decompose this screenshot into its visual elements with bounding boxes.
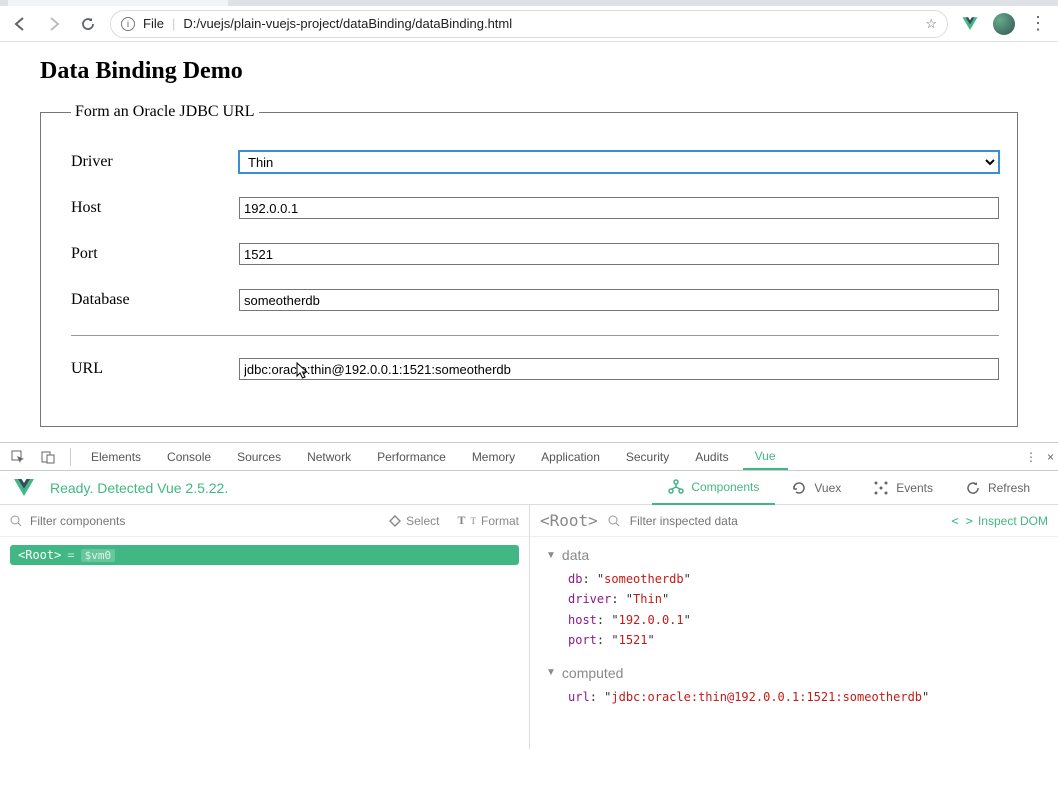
browser-tab-bar: Data Binding Demo × + [0,0,1058,6]
back-button[interactable] [8,12,32,36]
devtools-tab-performance[interactable]: Performance [365,443,458,470]
devtools-tab-vue[interactable]: Vue [743,443,788,470]
inspected-data-panel: <Root> < > Inspect DOM ▼ data db: "someo… [530,505,1058,749]
form-legend: Form an Oracle JDBC URL [71,103,259,121]
devtools-tab-security[interactable]: Security [614,443,681,470]
vue-status: Ready. Detected Vue 2.5.22. [50,480,228,496]
search-icon [608,515,620,527]
data-section-header[interactable]: ▼ data [546,547,1042,563]
jdbc-form: Form an Oracle JDBC URL Driver Thin Host… [40,103,1018,427]
vue-nav-events[interactable]: Events [857,471,949,505]
vue-extension-icon[interactable] [958,12,982,36]
port-label: Port [71,245,239,263]
bookmark-icon[interactable]: ☆ [925,16,937,32]
inspect-element-icon[interactable] [4,450,32,464]
data-kv-host: host: "192.0.0.1" [546,610,1042,630]
format-button[interactable]: TT Format [457,513,519,528]
vue-nav-vuex[interactable]: Vuex [775,471,857,505]
address-field[interactable]: i File | D:/vuejs/plain-vuejs-project/da… [110,10,948,38]
driver-label: Driver [71,153,239,171]
port-input[interactable] [239,243,999,265]
vm-badge: $vm0 [81,549,116,562]
info-icon[interactable]: i [121,17,135,31]
devtools-tab-elements[interactable]: Elements [79,443,153,470]
chevron-down-icon: ▼ [546,667,556,678]
inspected-root-tag: <Root> [540,511,598,530]
user-avatar[interactable] [992,12,1016,36]
devtools-tab-sources[interactable]: Sources [225,443,293,470]
device-toggle-icon[interactable] [34,450,62,464]
new-tab-button[interactable]: + [238,0,266,4]
devtools-tab-audits[interactable]: Audits [683,443,740,470]
devtools-tabs: Elements Console Sources Network Perform… [0,443,1058,471]
filter-inspected-input[interactable] [630,514,941,528]
host-input[interactable] [239,197,999,219]
vue-nav-refresh[interactable]: Refresh [949,471,1046,505]
inspect-dom-button[interactable]: < > Inspect DOM [951,514,1048,528]
computed-section-header[interactable]: ▼ computed [546,665,1042,681]
search-icon [10,515,22,527]
data-kv-driver: driver: "Thin" [546,589,1042,609]
vue-logo-icon [12,476,36,500]
forward-button[interactable] [42,12,66,36]
data-kv-port: port: "1521" [546,630,1042,650]
browser-menu-button[interactable]: ⋮ [1026,12,1050,36]
root-component-label: <Root> [18,548,61,562]
vue-devtools-header: Ready. Detected Vue 2.5.22. Components V… [0,471,1058,505]
database-input[interactable] [239,289,999,311]
url-label: URL [71,360,239,378]
url-scheme: File [143,16,164,31]
select-component-button[interactable]: Select [389,513,439,528]
filter-components-input[interactable] [30,514,381,528]
devtools-close-icon[interactable]: × [1047,450,1054,464]
url-divider: | [172,16,175,31]
devtools-tab-network[interactable]: Network [295,443,363,470]
address-bar: i File | D:/vuejs/plain-vuejs-project/da… [0,6,1058,42]
reload-button[interactable] [76,12,100,36]
chevron-down-icon: ▼ [546,550,556,561]
database-label: Database [71,291,239,309]
driver-select[interactable]: Thin [239,151,999,173]
devtools-kebab-icon[interactable]: ⋮ [1025,450,1037,464]
devtools-tab-application[interactable]: Application [529,443,612,470]
devtools-tab-console[interactable]: Console [155,443,223,470]
devtools-panel: Elements Console Sources Network Perform… [0,442,1058,749]
url-output[interactable] [239,358,999,380]
form-separator [71,335,999,336]
host-label: Host [71,199,239,217]
computed-kv-url: url: "jdbc:oracle:thin@192.0.0.1:1521:so… [546,687,1042,707]
page-content: Data Binding Demo Form an Oracle JDBC UR… [0,42,1058,442]
component-tree-panel: Select TT Format <Root> = $vm0 [0,505,530,749]
component-root-row[interactable]: <Root> = $vm0 [10,545,519,565]
vue-nav-components[interactable]: Components [652,471,775,505]
data-kv-db: db: "someotherdb" [546,569,1042,589]
page-title: Data Binding Demo [40,58,1018,85]
browser-tab[interactable]: Data Binding Demo × [8,0,228,6]
devtools-tab-memory[interactable]: Memory [460,443,527,470]
url-path: D:/vuejs/plain-vuejs-project/dataBinding… [183,16,512,31]
